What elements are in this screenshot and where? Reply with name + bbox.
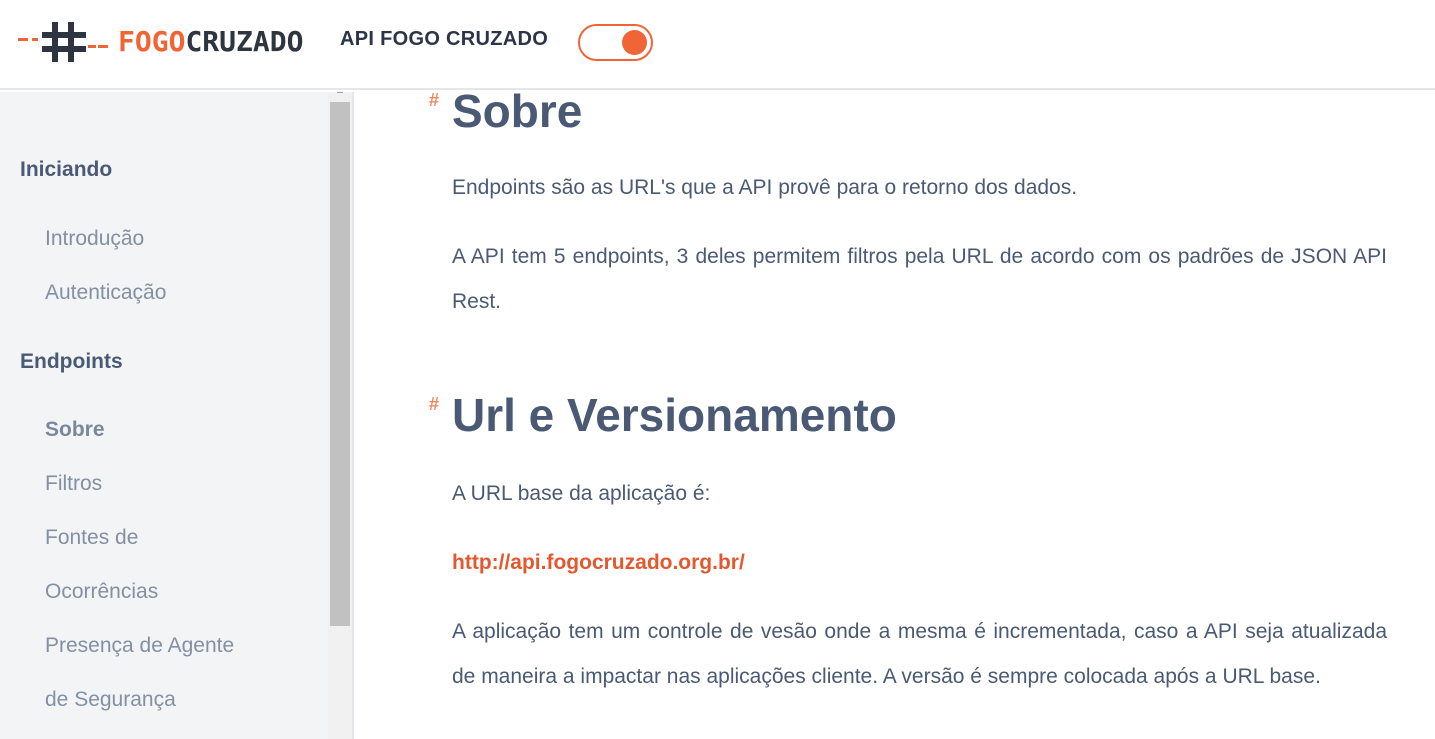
api-title: API FOGO CRUZADO [340,28,549,50]
sidebar-item-autenticacao[interactable]: Autenticação [45,281,166,305]
sidebar-item-presenca-agente[interactable]: Presença de Agente [45,634,234,658]
fogo-cruzado-logo[interactable]: FOGOCRUZADO [18,18,303,66]
sidebar-heading-iniciando[interactable]: Iniciando [20,158,112,182]
base-url-link[interactable]: http://api.fogocruzado.org.br/ [452,551,745,575]
versionamento-paragraph-2: A aplicação tem um controle de vesão ond… [452,620,1387,688]
section-title-versionamento: Url e Versionamento [452,389,897,441]
anchor-link-versionamento[interactable]: # [429,394,439,415]
hashtag-logo-icon [18,22,108,62]
sidebar-item-sobre[interactable]: Sobre [45,418,105,442]
scroll-up-arrow-icon[interactable] [337,92,343,93]
versionamento-paragraph-1: A URL base da aplicação é: [452,482,711,505]
sidebar-item-introducao[interactable]: Introdução [45,227,144,251]
sidebar-item-filtros[interactable]: Filtros [45,472,102,496]
sobre-paragraph-1: Endpoints são as URL's que a API provê p… [452,176,1078,199]
sobre-paragraph-2: A API tem 5 endpoints, 3 deles permitem … [452,245,1387,313]
sidebar-item-ocorrencias[interactable]: Ocorrências [45,580,158,604]
anchor-link-sobre[interactable]: # [429,92,439,111]
toggle-knob [622,30,647,55]
sidebar-scrollbar[interactable] [328,92,352,739]
sidebar-item-fontes-de[interactable]: Fontes de [45,526,138,550]
sidebar-nav: Iniciando Introdução Autenticação Endpoi… [0,92,354,739]
scrollbar-thumb[interactable] [330,102,350,626]
logo-fogo-text: FOGO [118,25,186,58]
logo-cruzado-text: CRUZADO [185,25,304,58]
main-content: # Sobre Endpoints são as URL's que a API… [354,92,1435,739]
sidebar-item-de-seguranca[interactable]: de Segurança [45,688,176,712]
logo-wordmark: FOGOCRUZADO [118,18,303,66]
section-title-sobre: Sobre [452,92,583,137]
theme-toggle[interactable] [578,24,653,61]
top-header: FOGOCRUZADO API FOGO CRUZADO [0,0,1435,90]
sidebar-heading-endpoints[interactable]: Endpoints [20,350,123,374]
